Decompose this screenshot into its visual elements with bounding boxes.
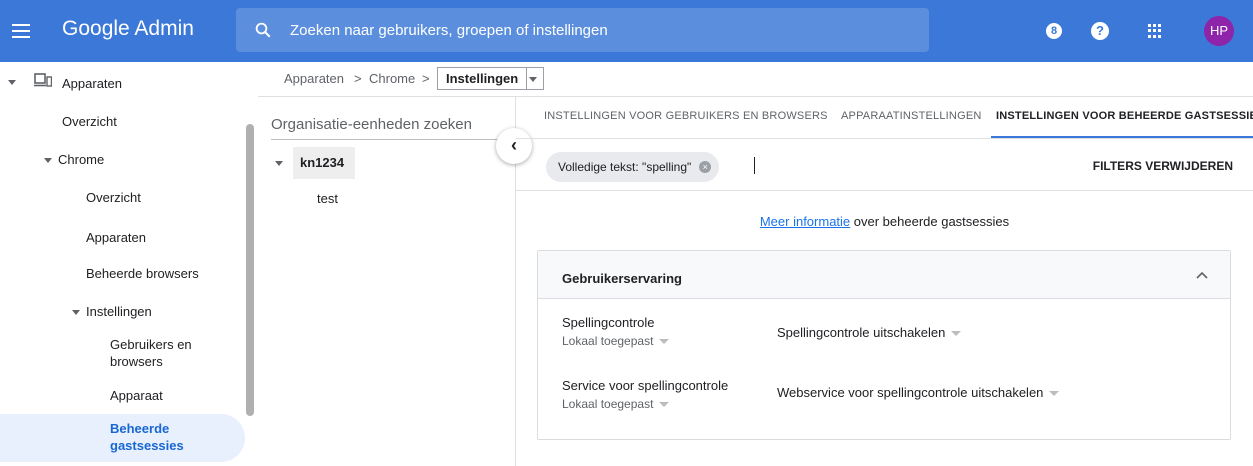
breadcrumb-separator: > — [354, 71, 362, 86]
apps-grid-icon[interactable] — [1148, 24, 1162, 38]
menu-icon-bar — [12, 30, 30, 32]
setting-spellcheck-value[interactable]: Spellingcontrole uitschakelen — [777, 325, 962, 340]
chevron-down-icon[interactable] — [275, 161, 283, 166]
chevron-down-icon — [659, 402, 670, 408]
chevron-down-icon — [1049, 391, 1060, 397]
nav-chrome[interactable]: Chrome — [44, 152, 104, 167]
left-navigation: Apparaten Overzicht Chrome Overzicht App… — [0, 62, 258, 466]
devices-icon — [34, 73, 52, 87]
setting-spellcheck-service-scope[interactable]: Lokaal toegepast — [562, 397, 670, 411]
top-app-bar: Google Admin Zoeken naar gebruikers, gro… — [0, 0, 1253, 62]
nav-users-browsers-line2: browsers — [110, 354, 163, 369]
nav-scrollbar[interactable] — [246, 124, 254, 416]
nav-chrome-overview[interactable]: Overzicht — [86, 190, 141, 205]
nav-guest-line1: Beheerde — [110, 421, 170, 436]
setting-spellcheck-name: Spellingcontrole — [562, 315, 655, 330]
card-title: Gebruikerservaring — [562, 271, 682, 286]
setting-value-label: Webservice voor spellingcontrole uitscha… — [777, 385, 1044, 400]
nav-managed-browsers[interactable]: Beheerde browsers — [86, 266, 199, 281]
nav-devices[interactable] — [8, 74, 22, 89]
setting-spellcheck-scope[interactable]: Lokaal toegepast — [562, 334, 670, 348]
breadcrumb: Apparaten > Chrome > Instellingen — [258, 62, 1253, 97]
chevron-down-icon — [659, 339, 670, 345]
tab-managed-guest-sessions[interactable]: INSTELLINGEN VOOR BEHEERDE GASTSESSIES — [996, 110, 1253, 122]
org-search-underline — [271, 139, 501, 140]
main-menu-button[interactable] — [10, 19, 32, 43]
tab-users-browsers[interactable]: INSTELLINGEN VOOR GEBRUIKERS EN BROWSERS — [544, 110, 828, 122]
breadcrumb-current[interactable]: Instellingen — [437, 67, 528, 90]
info-suffix: over beheerde gastsessies — [850, 214, 1010, 229]
setting-spellcheck-service-name: Service voor spellingcontrole — [562, 378, 729, 393]
nav-users-browsers[interactable]: Gebruikers en browsers — [110, 336, 192, 370]
clear-filters-button[interactable]: FILTERS VERWIJDEREN — [1093, 159, 1233, 173]
support-icon[interactable]: 8 — [1046, 23, 1062, 39]
more-info-link[interactable]: Meer informatie — [760, 214, 850, 229]
setting-scope-label: Lokaal toegepast — [562, 334, 654, 348]
tab-device-settings[interactable]: APPARAATINSTELLINGEN — [841, 110, 982, 122]
chevron-down-icon — [8, 80, 16, 86]
help-icon[interactable]: ? — [1091, 22, 1109, 40]
nav-managed-guest-sessions[interactable]: Beheerde gastsessies — [110, 420, 184, 454]
breadcrumb-dropdown-button[interactable] — [524, 67, 544, 90]
chevron-down-icon — [72, 310, 80, 316]
org-search-input[interactable]: Organisatie-eenheden zoeken — [271, 116, 472, 133]
setting-scope-label: Lokaal toegepast — [562, 397, 654, 411]
breadcrumb-devices[interactable]: Apparaten — [284, 71, 344, 86]
chevron-up-icon[interactable] — [1196, 271, 1208, 279]
nav-chrome-label: Chrome — [58, 152, 105, 167]
org-unit-child[interactable]: test — [317, 191, 338, 206]
nav-chrome-devices[interactable]: Apparaten — [86, 230, 146, 245]
active-tab-indicator — [991, 136, 1253, 138]
nav-guest-line2: gastsessies — [110, 438, 184, 453]
nav-settings-label: Instellingen — [86, 304, 152, 319]
nav-overview[interactable]: Overzicht — [62, 114, 117, 129]
breadcrumb-separator: > — [422, 71, 430, 86]
org-unit-root[interactable]: kn1234 — [293, 147, 355, 179]
brand-logo[interactable]: Google Admin — [62, 17, 194, 41]
nav-users-browsers-line1: Gebruikers en — [110, 337, 192, 352]
global-search-input[interactable]: Zoeken naar gebruikers, groepen of inste… — [236, 8, 929, 52]
setting-spellcheck-service-value[interactable]: Webservice voor spellingcontrole uitscha… — [777, 385, 1060, 400]
card-header[interactable]: Gebruikerservaring — [538, 251, 1230, 299]
nav-devices-label[interactable]: Apparaten — [62, 76, 122, 91]
account-avatar[interactable]: HP — [1204, 16, 1234, 46]
chevron-down-icon — [44, 158, 52, 164]
chevron-down-icon — [951, 331, 962, 337]
breadcrumb-chrome[interactable]: Chrome — [369, 71, 415, 86]
menu-icon-bar — [12, 24, 30, 26]
nav-settings[interactable]: Instellingen — [72, 304, 152, 319]
chevron-down-icon — [529, 77, 537, 82]
settings-card: Gebruikerservaring Spellingcontrole Loka… — [537, 250, 1231, 440]
filter-chip[interactable]: Volledige tekst: "spelling" × — [546, 152, 720, 182]
search-placeholder: Zoeken naar gebruikers, groepen of inste… — [290, 22, 608, 39]
org-unit-panel: Organisatie-eenheden zoeken kn1234 test — [258, 97, 516, 466]
menu-icon-bar — [12, 36, 30, 38]
nav-device[interactable]: Apparaat — [110, 388, 163, 403]
search-icon — [255, 22, 271, 38]
settings-tabs: INSTELLINGEN VOOR GEBRUIKERS EN BROWSERS… — [516, 97, 1253, 139]
filter-chip-label: Volledige tekst: "spelling" — [558, 160, 692, 174]
close-icon[interactable]: × — [699, 161, 712, 173]
filter-bar: Volledige tekst: "spelling" × FILTERS VE… — [516, 139, 1253, 191]
setting-value-label: Spellingcontrole uitschakelen — [777, 325, 946, 340]
info-text: Meer informatie over beheerde gastsessie… — [516, 214, 1253, 229]
filter-text-cursor[interactable] — [754, 157, 755, 174]
